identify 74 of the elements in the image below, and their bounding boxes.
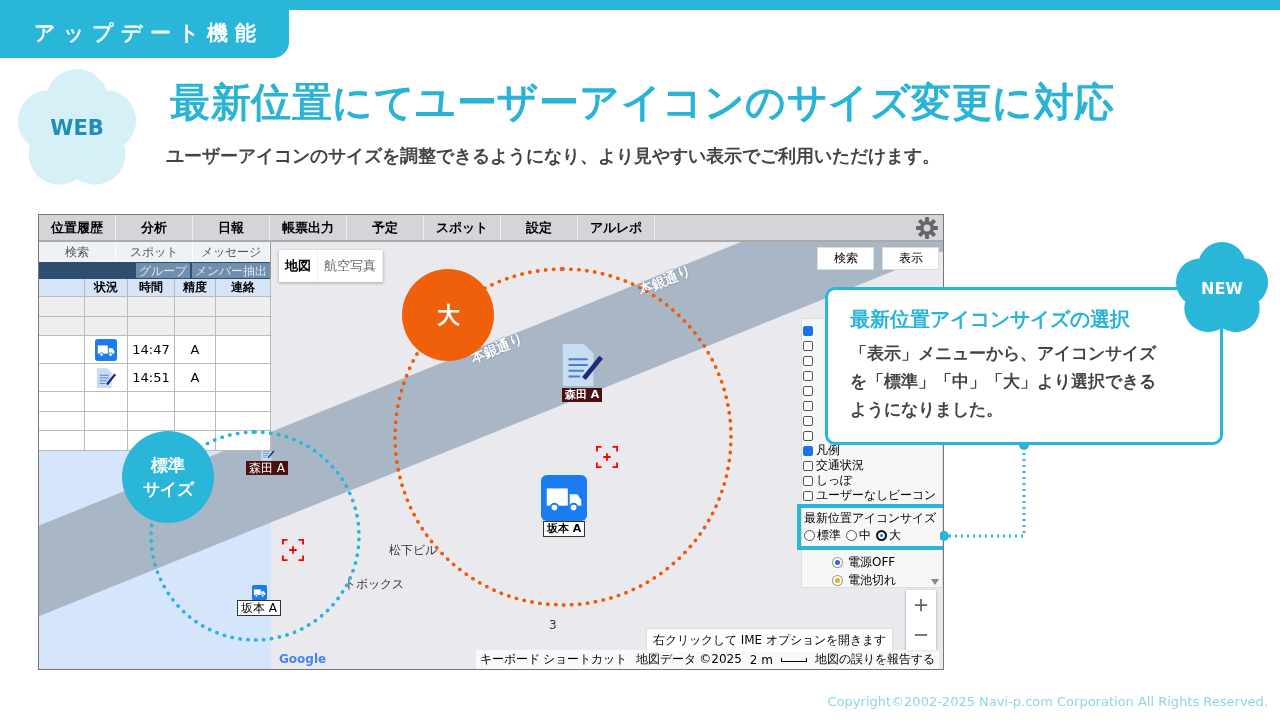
menu-item[interactable]: 日報 (193, 215, 270, 240)
checkbox[interactable] (803, 355, 813, 366)
attribution-link[interactable]: キーボード ショートカット (479, 651, 628, 668)
radio-label: 中 (859, 527, 871, 544)
header-cell: 状況 (85, 279, 128, 296)
scale-bar (781, 657, 807, 662)
zoom-in-icon[interactable] (914, 598, 928, 612)
status-label: 電源OFF (848, 553, 896, 571)
headline: 最新位置にてユーザーアイコンのサイズ変更に対応 (170, 78, 1115, 127)
menu-item[interactable]: スポット (424, 215, 501, 240)
status-label: 電池切れ (848, 571, 896, 589)
checkbox[interactable] (803, 445, 813, 456)
place-label: 3 (549, 618, 557, 632)
map-button[interactable]: 表示 (882, 247, 939, 270)
marker-label: 坂本 A (542, 521, 586, 537)
marker-label: 森田 A (246, 461, 289, 475)
checkbox[interactable] (803, 370, 813, 381)
road-label: 本銀通り (467, 330, 527, 368)
callout-title: 最新位置アイコンサイズの選択 (850, 306, 1131, 333)
crosshair-icon (596, 446, 618, 468)
map-type-tab[interactable]: 地図 (279, 250, 318, 282)
attribution-text: 地図データ ©2025 (635, 651, 742, 668)
new-badge: NEW (1176, 242, 1268, 334)
subheadline: ユーザーアイコンのサイズを調整できるようになり、より見やすい表示でご利用いただけます。 (166, 145, 941, 168)
header-cell: 精度 (175, 279, 216, 296)
checkbox-label: しっぽ (816, 472, 852, 489)
radio-button[interactable] (876, 530, 887, 541)
attribution-text: 2 m (749, 652, 773, 667)
web-badge: WEB (18, 69, 136, 187)
memo-icon (95, 366, 117, 389)
checkbox[interactable] (803, 400, 813, 411)
menu-item[interactable]: 分析 (116, 215, 193, 240)
scroll-down-arrow-icon (931, 579, 939, 585)
menu-item[interactable]: 予定 (347, 215, 424, 240)
checkbox-label: 交通状況 (816, 457, 864, 474)
header-cell: 連絡 (216, 279, 271, 296)
menu-item[interactable]: 設定 (501, 215, 578, 240)
section-tag: アップデート機能 (0, 10, 289, 58)
radio-button[interactable] (804, 530, 815, 541)
checkbox[interactable] (803, 490, 813, 501)
table-cell: 14:47 (128, 336, 175, 363)
map-type-tab[interactable]: 航空写真 (318, 250, 383, 282)
menu-item[interactable]: 帳票出力 (270, 215, 347, 240)
menu-item[interactable]: アルレポ (578, 215, 655, 240)
crosshair-icon (282, 539, 304, 561)
place-label: 松下ビル (389, 542, 437, 559)
checkbox[interactable] (803, 340, 813, 351)
table-cell: A (175, 364, 216, 391)
table-cell: 14:51 (128, 364, 175, 391)
header-cell: 時間 (128, 279, 175, 296)
road-label: 本銀通り (635, 262, 695, 300)
checkbox[interactable] (803, 385, 813, 396)
marker-label: 坂本 A (237, 600, 282, 616)
menu-item[interactable]: 位置履歴 (39, 215, 116, 240)
checkbox[interactable] (803, 415, 813, 426)
table-cell: A (175, 336, 216, 363)
place-label: トボックス (344, 576, 404, 593)
checkbox-label: ユーザーなしビーコン (816, 487, 936, 504)
map-button[interactable]: 検索 (817, 247, 874, 270)
checkbox-label: 凡例 (816, 442, 840, 459)
map-logo: Google (279, 652, 327, 666)
copyright-notice: Copyright©2002-2025 Navi-p.com Corporation All Rights Reserved. (827, 694, 1268, 709)
checkbox[interactable] (803, 475, 813, 486)
radio-label: 大 (889, 527, 901, 544)
checkbox[interactable] (803, 460, 813, 471)
radio-label: 標準 (817, 527, 841, 544)
attribution-link[interactable]: 地図の誤りを報告する (815, 651, 935, 668)
radio-button[interactable] (846, 530, 857, 541)
checkbox[interactable] (803, 430, 813, 441)
callout-text: 「表示」メニューから、アイコンサイズを「標準」「中」「大」より選択できるようになりました。 (850, 342, 1158, 421)
checkbox[interactable] (803, 325, 813, 336)
marker-label: 森田 A (561, 388, 603, 402)
radio-group-label: 最新位置アイコンサイズ (804, 510, 937, 527)
truck-icon (95, 338, 117, 361)
